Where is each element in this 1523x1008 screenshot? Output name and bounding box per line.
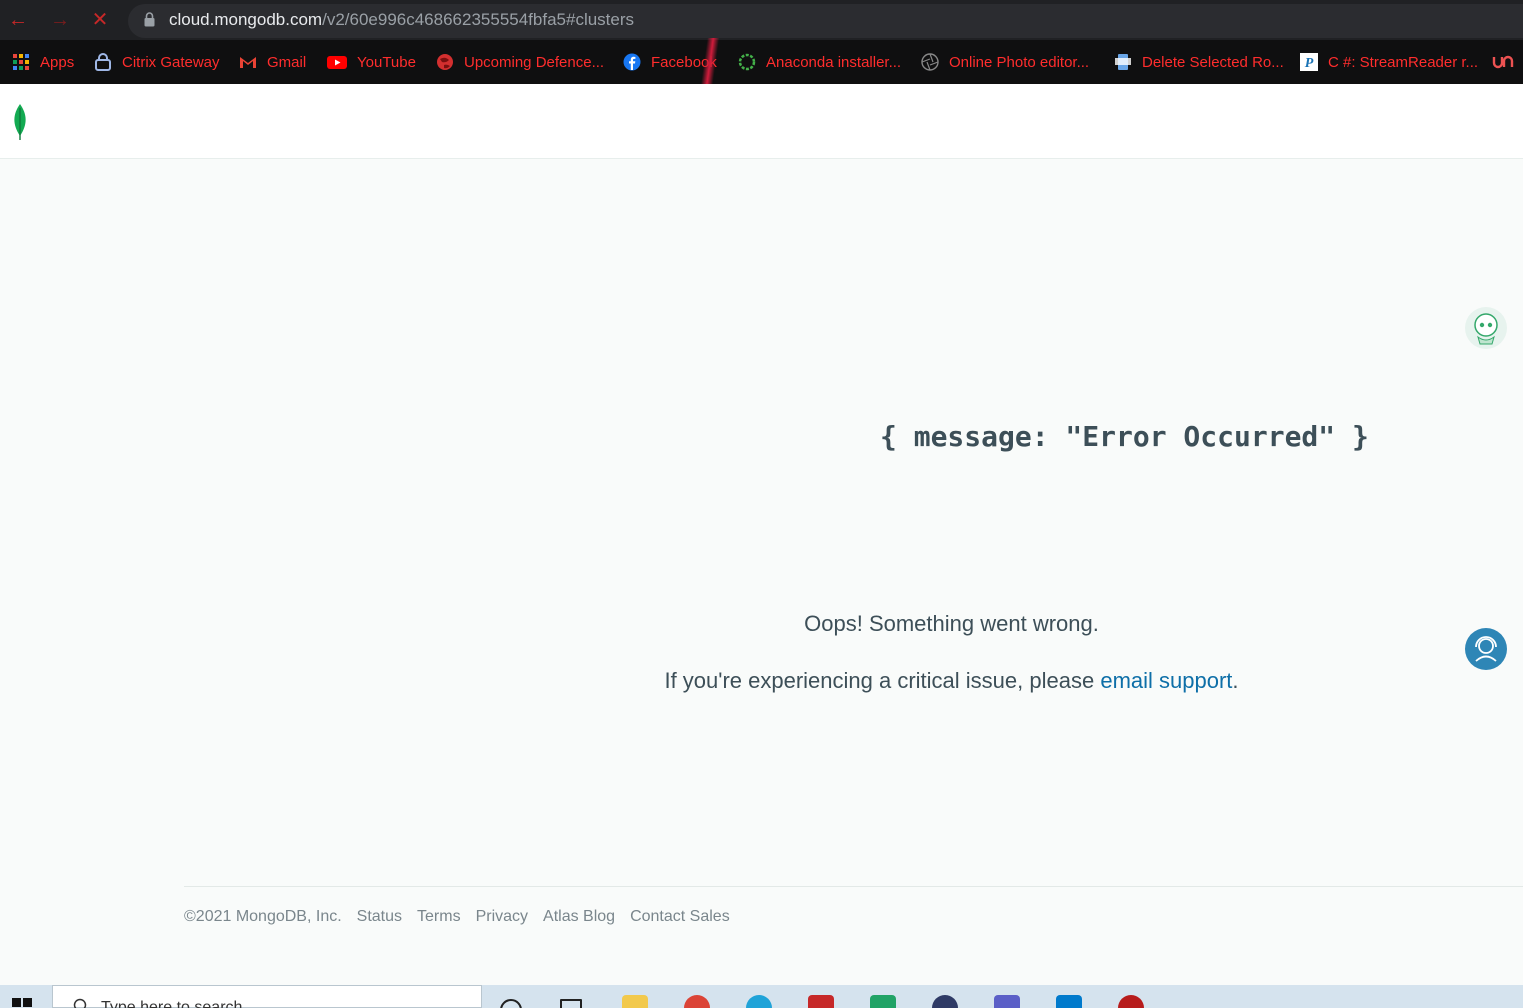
bookmark-anaconda-installer[interactable]: Anaconda installer... (738, 51, 901, 73)
udemy-icon (1492, 55, 1514, 69)
stop-loading-button[interactable]: ✕ (88, 8, 112, 32)
url-host: cloud.mongodb.com (169, 10, 323, 29)
bookmark-online-photo-editor[interactable]: Online Photo editor... (921, 51, 1089, 73)
vscode-icon[interactable] (1056, 995, 1082, 1008)
forward-button[interactable]: → (48, 8, 72, 32)
globe-icon (437, 54, 453, 70)
bookmark-label: Delete Selected Ro... (1142, 53, 1284, 71)
headset-icon (1475, 636, 1497, 662)
citrix-icon (95, 53, 111, 71)
bookmark-label: Anaconda installer... (766, 53, 902, 71)
aperture-icon (921, 53, 939, 71)
bookmark-citrix-gateway[interactable]: Citrix Gateway (94, 51, 220, 73)
error-heading: Oops! Something went wrong. (804, 611, 1099, 636)
bookmarks-bar: Apps Citrix Gateway Gmail YouTube Upcomi… (0, 40, 1523, 84)
file-explorer-icon[interactable] (622, 995, 648, 1008)
teams-icon[interactable] (994, 995, 1020, 1008)
critical-suffix: . (1232, 668, 1239, 693)
chatbot-widget[interactable] (1465, 307, 1507, 349)
url-path: /v2/60e996c468662355554fbfa5#clusters (322, 10, 635, 29)
footer-link-contact-sales[interactable]: Contact Sales (630, 908, 730, 926)
lock-icon (144, 12, 155, 27)
search-icon (73, 998, 87, 1008)
cortana-icon[interactable] (500, 999, 522, 1008)
footer-divider (184, 886, 1523, 887)
browser-toolbar: ← → ✕ cloud.mongodb.com/v2/60e996c468662… (0, 0, 1523, 40)
bookmark-label: C #: StreamReader r... (1328, 53, 1479, 71)
bookmark-streamreader[interactable]: P C #: StreamReader r... (1300, 51, 1478, 73)
bookmark-label: Apps (40, 53, 75, 71)
footer-link-status[interactable]: Status (357, 908, 402, 926)
support-chat-widget[interactable] (1465, 628, 1507, 670)
robot-icon (1474, 313, 1498, 345)
app-circle-icon[interactable] (1118, 995, 1144, 1008)
p-icon: P (1300, 53, 1318, 71)
apps-grid-icon (13, 54, 29, 70)
bookmark-youtube[interactable]: YouTube (327, 51, 416, 73)
taskbar-search-placeholder: Type here to search (101, 999, 243, 1008)
edge-icon[interactable] (746, 995, 772, 1008)
footer-link-terms[interactable]: Terms (417, 908, 461, 926)
taskbar-search[interactable]: Type here to search (52, 985, 482, 1008)
footer-copyright: ©2021 MongoDB, Inc. (184, 908, 342, 925)
bookmark-delete-selected-rows[interactable]: Delete Selected Ro... (1114, 51, 1284, 73)
app-red-icon[interactable] (808, 995, 834, 1008)
eclipse-icon[interactable] (932, 995, 958, 1008)
footer-link-privacy[interactable]: Privacy (476, 908, 528, 926)
windows-taskbar: Type here to search (0, 985, 1523, 1008)
windows-logo-icon (12, 998, 32, 1007)
back-button[interactable]: ← (6, 8, 30, 32)
bookmark-label: Gmail (267, 53, 307, 71)
bookmark-gmail[interactable]: Gmail (239, 51, 306, 73)
critical-prefix: If you're experiencing a critical issue,… (664, 668, 1101, 693)
anaconda-icon (738, 53, 756, 71)
gmail-icon (240, 57, 256, 68)
start-button[interactable] (0, 985, 52, 1008)
task-view-icon[interactable] (560, 999, 582, 1008)
critical-issue-text: If you're experiencing a critical issue,… (0, 668, 1523, 694)
bookmark-label: Online Photo editor... (949, 53, 1090, 71)
svg-text:P: P (1305, 56, 1314, 71)
facebook-icon (623, 53, 641, 71)
bookmark-overflow[interactable] (1492, 51, 1523, 73)
email-support-link[interactable]: email support (1100, 668, 1232, 693)
page-footer: ©2021 MongoDB, Inc. Status Terms Privacy… (184, 908, 745, 926)
error-code-message: { message: "Error Occurred" } (880, 420, 1369, 453)
bookmark-label: Citrix Gateway (122, 53, 220, 71)
bookmark-label: Upcoming Defence... (464, 53, 605, 71)
bookmark-label: YouTube (357, 53, 416, 71)
footer-link-atlas-blog[interactable]: Atlas Blog (543, 908, 615, 926)
youtube-icon (327, 56, 347, 69)
chrome-icon[interactable] (684, 995, 710, 1008)
bookmark-upcoming-defence[interactable]: Upcoming Defence... (436, 51, 604, 73)
app-header (0, 84, 1523, 159)
page-icon (1115, 54, 1131, 70)
bookmark-apps[interactable]: Apps (12, 51, 74, 73)
mongodb-leaf-logo[interactable] (10, 102, 30, 142)
pycharm-icon[interactable] (870, 995, 896, 1008)
url-text[interactable]: cloud.mongodb.com/v2/60e996c468662355554… (169, 10, 634, 30)
